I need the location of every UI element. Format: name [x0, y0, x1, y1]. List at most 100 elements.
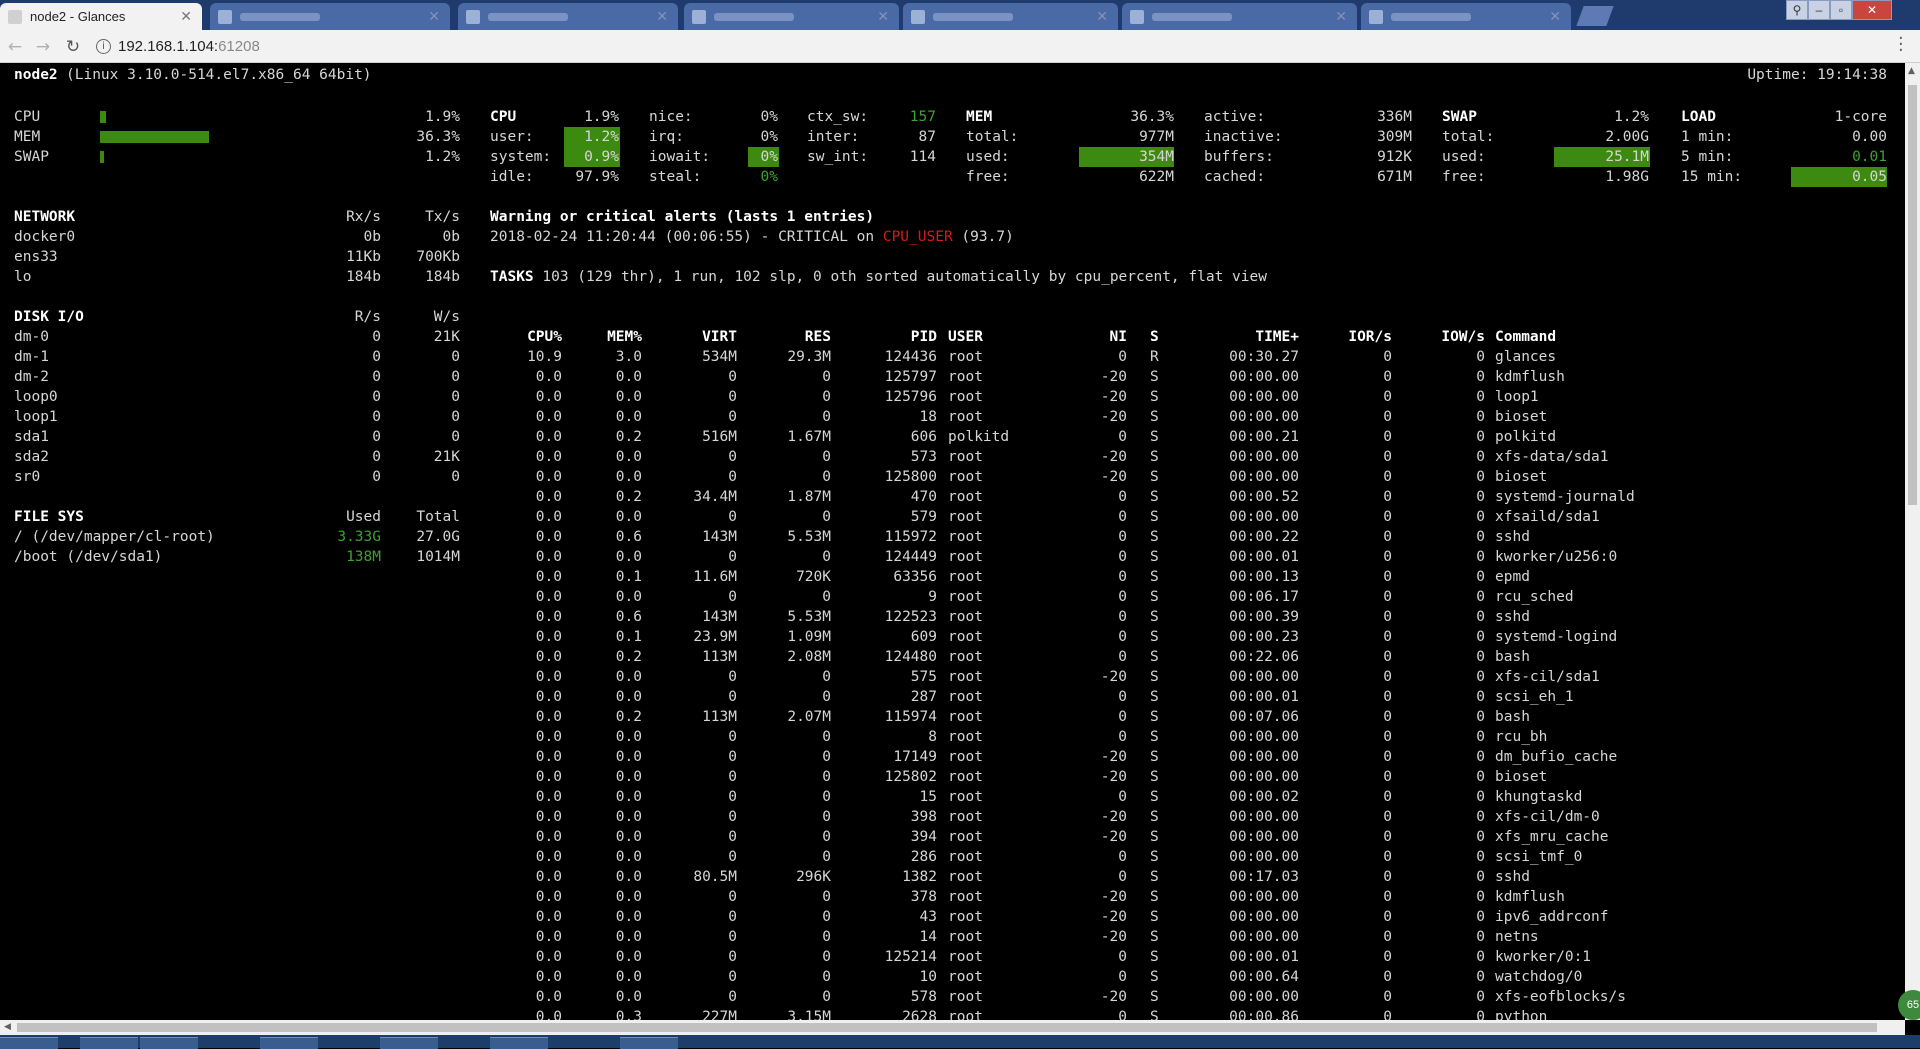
process-cell-res: 296K — [796, 869, 831, 885]
cpu-iowait-label: iowait: — [649, 149, 711, 165]
process-cell-mem-percent: 0.1 — [615, 629, 642, 645]
close-icon[interactable]: ✕ — [877, 8, 889, 25]
process-cell-pid: 124436 — [884, 349, 937, 365]
process-cell-res: 0 — [822, 749, 831, 765]
back-arrow-icon[interactable]: ← — [4, 36, 26, 58]
process-cell-state: S — [1150, 809, 1159, 825]
process-cell-cpu-percent: 0.0 — [535, 809, 562, 825]
process-cell-time: 00:00.01 — [1229, 549, 1299, 565]
scroll-left-icon[interactable]: ◀ — [4, 1022, 11, 1032]
process-cell-mem-percent: 0.0 — [615, 509, 642, 525]
maximize-icon[interactable]: ▫ — [1830, 0, 1852, 20]
close-icon[interactable]: ✕ — [1549, 8, 1561, 25]
process-header-cpu-percent: CPU% — [527, 329, 562, 345]
taskbar-app[interactable] — [620, 1037, 678, 1049]
process-cell-ior: 0 — [1383, 729, 1392, 745]
vertical-scrollbar[interactable]: ▲ — [1905, 63, 1920, 1020]
process-cell-command: kworker/0:1 — [1495, 949, 1592, 965]
process-cell-time: 00:00.00 — [1229, 929, 1299, 945]
info-icon[interactable]: i — [96, 39, 111, 54]
process-cell-iow: 0 — [1476, 789, 1485, 805]
process-cell-ior: 0 — [1383, 869, 1392, 885]
process-cell-state: S — [1150, 429, 1159, 445]
process-cell-pid: 286 — [910, 849, 937, 865]
mem-used-value: 354M — [1139, 149, 1174, 165]
filesys-total-header: Total — [416, 509, 460, 525]
user-icon[interactable]: ⚲ — [1786, 0, 1808, 20]
taskbar-app[interactable] — [80, 1037, 138, 1049]
tab-glances[interactable]: node2 - Glances ✕ — [0, 3, 202, 30]
tab-6[interactable]: ✕ — [1122, 3, 1357, 30]
process-cell-cpu-percent: 0.0 — [535, 889, 562, 905]
process-cell-res: 2.08M — [787, 649, 831, 665]
tab-5[interactable]: ✕ — [903, 3, 1118, 30]
tab-3[interactable]: ✕ — [458, 3, 678, 30]
process-cell-virt: 0 — [728, 369, 737, 385]
tab-title-blurred — [1152, 13, 1232, 21]
process-cell-res: 5.53M — [787, 529, 831, 545]
process-cell-cpu-percent: 0.0 — [535, 669, 562, 685]
url-field[interactable]: i 192.168.1.104:61208 ☆ — [92, 34, 1892, 59]
process-cell-user: root — [948, 589, 983, 605]
process-header-mem-percent: MEM% — [607, 329, 642, 345]
tab-4[interactable]: ✕ — [684, 3, 899, 30]
process-cell-res: 3.15M — [787, 1009, 831, 1020]
taskbar-app[interactable] — [490, 1037, 548, 1049]
reload-icon[interactable]: ↻ — [62, 36, 84, 58]
process-cell-mem-percent: 0.0 — [615, 369, 642, 385]
process-cell-ni: -20 — [1100, 989, 1127, 1005]
swap-free-label: free: — [1442, 169, 1486, 185]
process-cell-user: root — [948, 929, 983, 945]
process-cell-res: 5.53M — [787, 609, 831, 625]
process-cell-user: root — [948, 729, 983, 745]
process-cell-virt: 11.6M — [693, 569, 737, 585]
process-cell-ior: 0 — [1383, 469, 1392, 485]
filesys-mount: /boot (/dev/sda1) — [14, 549, 163, 565]
process-cell-mem-percent: 0.0 — [615, 749, 642, 765]
process-cell-command: bioset — [1495, 769, 1548, 785]
tab-7[interactable]: ✕ — [1361, 3, 1571, 30]
window-close-icon[interactable]: ✕ — [1852, 0, 1892, 20]
process-cell-pid: 125214 — [884, 949, 937, 965]
horizontal-scrollbar[interactable]: ◀ — [0, 1020, 1905, 1035]
taskbar-app[interactable] — [140, 1037, 198, 1049]
process-cell-time: 00:00.00 — [1229, 889, 1299, 905]
close-icon[interactable]: ✕ — [1096, 8, 1108, 25]
vertical-scroll-thumb[interactable] — [1908, 85, 1917, 505]
process-cell-state: S — [1150, 609, 1159, 625]
process-cell-ior: 0 — [1383, 749, 1392, 765]
process-cell-time: 00:00.01 — [1229, 949, 1299, 965]
process-cell-time: 00:00.23 — [1229, 629, 1299, 645]
process-cell-ior: 0 — [1383, 549, 1392, 565]
floating-badge[interactable]: 65 — [1898, 990, 1920, 1020]
minimize-icon[interactable]: – — [1808, 0, 1830, 20]
process-cell-res: 0 — [822, 929, 831, 945]
disk-write-value: 21K — [433, 329, 460, 345]
forward-arrow-icon[interactable]: → — [32, 36, 54, 58]
process-cell-command: xfs-cil/sda1 — [1495, 669, 1600, 685]
new-tab-button[interactable] — [1576, 6, 1614, 26]
process-cell-user: root — [948, 1009, 983, 1020]
taskbar-app[interactable] — [380, 1037, 438, 1049]
process-cell-res: 0 — [822, 809, 831, 825]
close-icon[interactable]: ✕ — [428, 8, 440, 25]
process-cell-ior: 0 — [1383, 509, 1392, 525]
close-icon[interactable]: ✕ — [180, 8, 192, 25]
process-cell-iow: 0 — [1476, 509, 1485, 525]
process-cell-iow: 0 — [1476, 749, 1485, 765]
taskbar-start[interactable] — [0, 1037, 58, 1049]
process-cell-res: 0 — [822, 669, 831, 685]
horizontal-scroll-thumb[interactable] — [17, 1023, 1877, 1032]
process-cell-res: 0 — [822, 389, 831, 405]
close-icon[interactable]: ✕ — [1335, 8, 1347, 25]
tab-2[interactable]: ✕ — [210, 3, 450, 30]
taskbar-app[interactable] — [260, 1037, 318, 1049]
tab-title-blurred — [933, 13, 1013, 21]
process-cell-state: S — [1150, 849, 1159, 865]
menu-icon[interactable]: · · · — [1898, 30, 1904, 60]
process-cell-user: root — [948, 529, 983, 545]
process-cell-res: 1.67M — [787, 429, 831, 445]
scroll-up-icon[interactable]: ▲ — [1908, 66, 1915, 76]
close-icon[interactable]: ✕ — [656, 8, 668, 25]
process-cell-time: 00:00.00 — [1229, 749, 1299, 765]
